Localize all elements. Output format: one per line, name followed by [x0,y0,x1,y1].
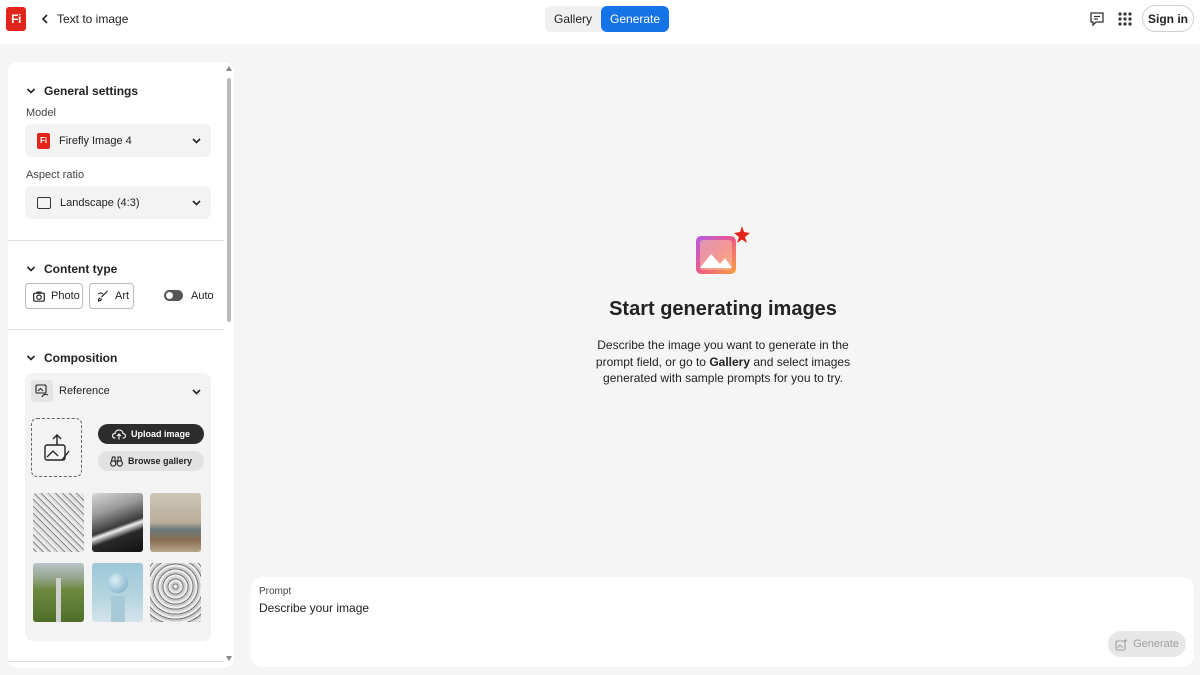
generate-label: Generate [1133,638,1179,650]
art-label: Art [115,290,130,302]
model-value: Firefly Image 4 [59,134,132,147]
section-title: General settings [44,84,139,98]
camera-icon [33,291,45,302]
upload-image-label: Upload image [130,429,190,439]
browse-gallery-button[interactable]: Browse gallery [98,451,204,471]
sample-thumbnail[interactable] [92,493,143,552]
breadcrumb: Text to image [57,12,129,26]
feedback-icon[interactable] [1089,11,1105,27]
tab-generate[interactable]: Generate [601,6,670,32]
upload-image-icon [43,433,70,461]
chevron-down-icon [192,200,201,206]
brush-icon [97,290,108,302]
mode-switch: Gallery Generate [545,6,670,32]
generate-sparkle-icon [1115,638,1128,651]
scroll-up-icon[interactable] [226,66,232,71]
top-bar: Fi Text to image Gallery Generate Sign i… [0,0,1200,44]
chevron-down-icon [26,88,36,94]
sign-in-button[interactable]: Sign in [1142,5,1194,32]
reference-icon [31,380,53,402]
divider [8,661,224,662]
sample-thumbnail[interactable] [92,563,143,622]
reference-card: Reference Upload image Browse gallery [25,373,211,641]
auto-label: Auto [191,290,214,302]
photo-label: Photo [51,290,80,302]
scroll-down-icon[interactable] [226,656,232,661]
photo-button[interactable]: Photo [25,283,83,309]
aspect-ratio-label: Aspect ratio [26,169,85,181]
generate-images-icon [696,226,750,274]
sample-thumbnail[interactable] [33,563,84,622]
generate-button[interactable]: Generate [1108,631,1186,657]
aspect-ratio-value: Landscape (4:3) [60,196,140,209]
model-select[interactable]: Fi Firefly Image 4 [25,124,211,157]
chevron-down-icon [26,355,36,361]
cloud-upload-icon [112,428,126,439]
sample-thumbnail[interactable] [33,493,84,552]
aspect-ratio-icon [37,196,51,209]
aspect-ratio-select[interactable]: Landscape (4:3) [25,186,211,219]
tab-gallery[interactable]: Gallery [545,6,601,32]
section-title: Content type [44,262,118,276]
chevron-down-icon [192,389,201,395]
prompt-label: Prompt [259,586,292,597]
firefly-badge-icon: Fi [37,132,50,149]
sample-thumbnail[interactable] [150,563,201,622]
back-arrow-icon[interactable] [38,12,52,26]
reference-select[interactable]: Reference [25,373,211,409]
scrollbar-thumb[interactable] [227,78,231,322]
sample-thumbnail[interactable] [150,493,201,552]
binoculars-icon [110,455,123,467]
prompt-input[interactable] [259,601,1099,615]
divider [8,240,224,241]
divider [8,329,224,330]
section-title: Composition [44,351,118,365]
browse-gallery-label: Browse gallery [127,456,193,466]
content-type-header[interactable]: Content type [26,262,117,276]
upload-image-button[interactable]: Upload image [98,424,204,444]
art-button[interactable]: Art [89,283,134,309]
empty-state-description: Describe the image you want to generate … [583,337,863,387]
composition-header[interactable]: Composition [26,351,117,365]
empty-state-title: Start generating images [609,298,837,320]
panel-scrollbar[interactable] [224,64,234,664]
auto-toggle[interactable] [164,290,183,301]
gallery-link[interactable]: Gallery [709,355,750,369]
reference-label: Reference [59,385,110,397]
model-label: Model [26,107,56,119]
settings-panel: General settings Model Fi Firefly Image … [8,62,234,668]
image-drop-zone[interactable] [31,418,82,477]
apps-grid-icon[interactable] [1117,11,1133,27]
chevron-down-icon [192,138,201,144]
general-settings-header[interactable]: General settings [26,84,138,98]
prompt-box: Prompt Generate [251,577,1194,667]
chevron-down-icon [26,266,36,272]
firefly-logo[interactable]: Fi [6,7,26,31]
